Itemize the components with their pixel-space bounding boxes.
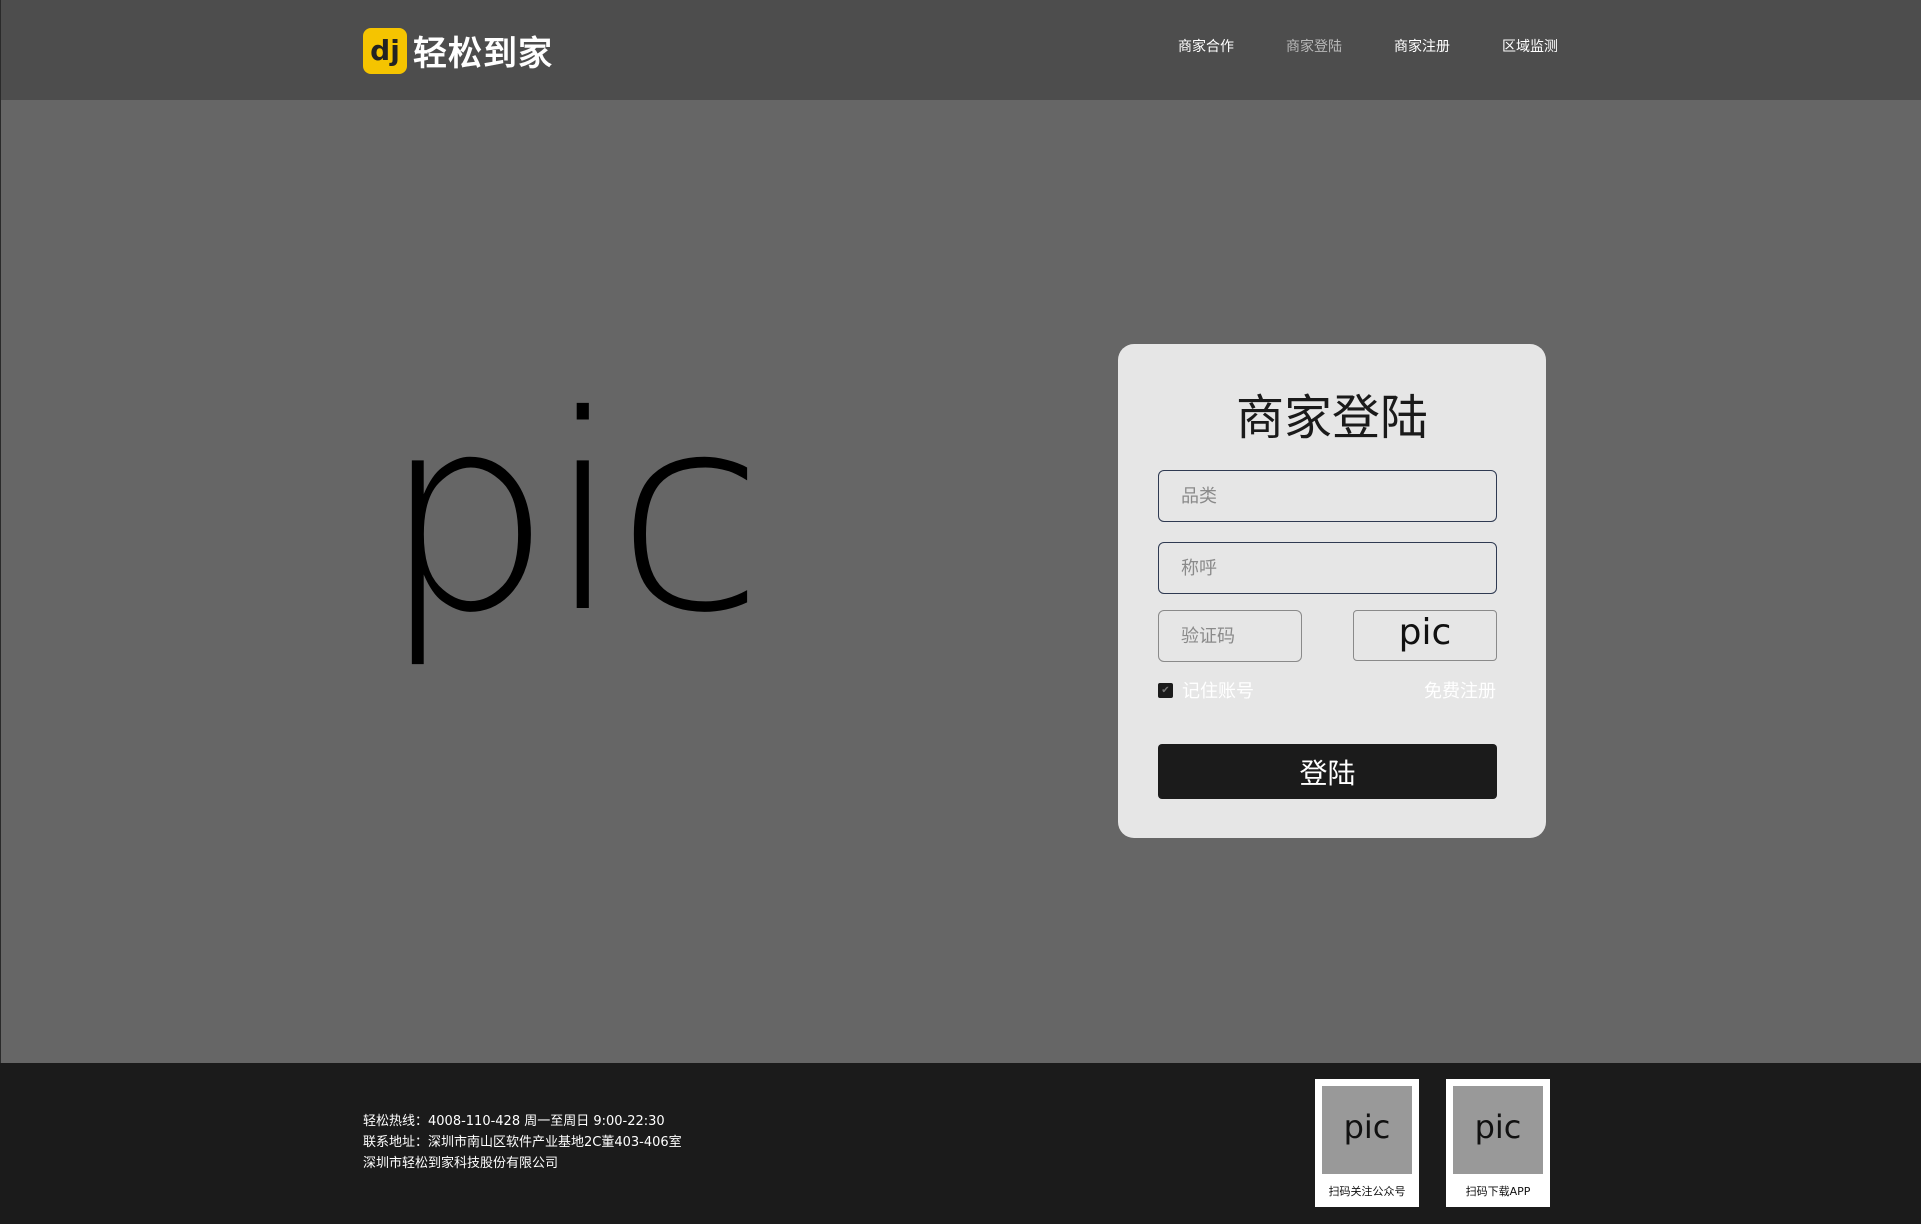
top-header: dj 轻松到家 商家合作 商家登陆 商家注册 区域监测 (0, 0, 1921, 100)
verification-code-input[interactable] (1158, 610, 1302, 662)
main-nav: 商家合作 商家登陆 商家注册 区域监测 (1126, 36, 1558, 56)
qr-code-image: pic (1322, 1086, 1412, 1174)
hero-image-placeholder: pic (381, 357, 764, 672)
qr-download-app: pic 扫码下载APP (1446, 1079, 1550, 1207)
qr-official-account: pic 扫码关注公众号 (1315, 1079, 1419, 1207)
brand-logo[interactable]: dj 轻松到家 (363, 26, 553, 75)
footer-address: 联系地址：深圳市南山区软件产业基地2C董403-406室 (363, 1135, 682, 1150)
main-banner: pic 商家登陆 pic ✔ 记住账号 免费注册 登陆 (0, 100, 1921, 1063)
footer-hotline: 轻松热线：4008-110-428 周一至周日 9:00-22:30 (363, 1114, 665, 1129)
category-input[interactable] (1158, 470, 1497, 522)
logo-icon: dj (363, 27, 407, 74)
brand-name: 轻松到家 (413, 34, 553, 74)
page-footer: 轻松热线：4008-110-428 周一至周日 9:00-22:30 联系地址：… (0, 1063, 1921, 1224)
nav-item-region-monitor[interactable]: 区域监测 (1502, 36, 1558, 56)
remember-account-toggle[interactable]: ✔ 记住账号 (1158, 677, 1254, 703)
qr-caption: 扫码下载APP (1465, 1185, 1531, 1198)
footer-contact-info: 轻松热线：4008-110-428 周一至周日 9:00-22:30 联系地址：… (363, 1111, 682, 1174)
nav-item-login[interactable]: 商家登陆 (1286, 36, 1342, 56)
qr-code-image: pic (1453, 1086, 1543, 1174)
nav-item-register[interactable]: 商家注册 (1394, 36, 1450, 56)
captcha-image[interactable]: pic (1353, 610, 1497, 661)
login-button[interactable]: 登陆 (1158, 744, 1497, 799)
nav-item-cooperation[interactable]: 商家合作 (1178, 36, 1234, 56)
login-title: 商家登陆 (1235, 390, 1428, 446)
footer-company: 深圳市轻松到家科技股份有限公司 (363, 1156, 559, 1171)
qr-caption: 扫码关注公众号 (1328, 1185, 1406, 1198)
login-card: 商家登陆 pic ✔ 记住账号 免费注册 登陆 (1118, 344, 1546, 838)
free-register-link[interactable]: 免费注册 (1424, 677, 1496, 703)
remember-account-label: 记住账号 (1182, 681, 1254, 702)
name-input[interactable] (1158, 542, 1497, 594)
checkbox-icon[interactable]: ✔ (1158, 682, 1173, 698)
